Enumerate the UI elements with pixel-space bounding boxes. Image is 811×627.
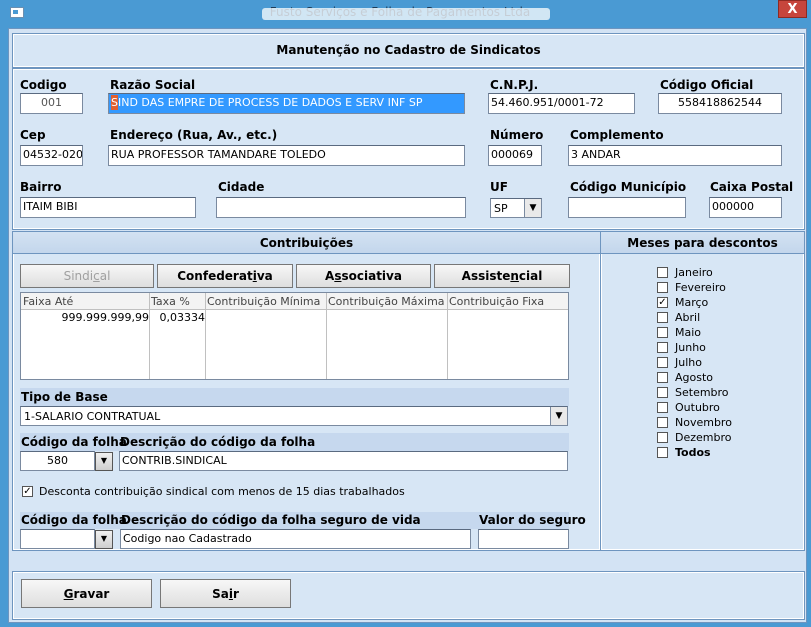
month-label[interactable]: Fevereiro xyxy=(675,281,726,294)
codigo-municipio-label: Código Município xyxy=(570,180,687,194)
month-checkbox[interactable] xyxy=(657,402,668,413)
chevron-down-icon[interactable]: ▼ xyxy=(550,407,567,425)
title-redaction xyxy=(262,8,550,20)
valor-seguro-input[interactable] xyxy=(478,529,569,549)
month-label[interactable]: Abril xyxy=(675,311,700,324)
cidade-input[interactable] xyxy=(216,197,466,218)
checkmark-icon: ✓ xyxy=(23,486,32,497)
chevron-down-icon[interactable]: ▼ xyxy=(95,530,113,549)
month-checkbox[interactable] xyxy=(657,372,668,383)
razao-social-input[interactable]: SIND DAS EMPRE DE PROCESS DE DADOS E SER… xyxy=(108,93,465,114)
month-label[interactable]: Janeiro xyxy=(675,266,713,279)
contribuicoes-header: Contribuições xyxy=(259,236,354,250)
bairro-label: Bairro xyxy=(20,180,62,194)
tab-associativa[interactable]: Associativa xyxy=(296,264,431,288)
month-checkbox[interactable] xyxy=(657,447,668,458)
month-label[interactable]: Junho xyxy=(675,341,706,354)
form-header: Manutenção no Cadastro de Sindicatos xyxy=(276,43,541,57)
uf-value: SP xyxy=(494,202,508,215)
desconta-checkbox[interactable]: ✓ xyxy=(22,486,33,497)
month-label[interactable]: Dezembro xyxy=(675,431,732,444)
tipo-base-label: Tipo de Base xyxy=(21,390,108,404)
codigo-input[interactable]: 001 xyxy=(20,93,83,114)
month-checkbox[interactable] xyxy=(657,327,668,338)
tipo-base-value: 1-SALARIO CONTRATUAL xyxy=(24,410,161,423)
razao-social-value: IND DAS EMPRE DE PROCESS DE DADOS E SERV… xyxy=(117,96,423,109)
cep-label: Cep xyxy=(20,128,46,142)
month-label[interactable]: Outubro xyxy=(675,401,720,414)
month-label[interactable]: Agosto xyxy=(675,371,713,384)
text-cursor: S xyxy=(111,95,118,110)
month-checkbox[interactable] xyxy=(657,312,668,323)
codigo-folha-seguro-label: Código da folha xyxy=(21,513,127,527)
codigo-oficial-label: Código Oficial xyxy=(660,78,754,92)
month-checkbox[interactable]: ✓ xyxy=(657,297,668,308)
month-label[interactable]: Julho xyxy=(675,356,702,369)
grid-col-divider xyxy=(326,293,327,379)
descricao-seguro-label: Descrição do código da folha seguro de v… xyxy=(121,513,421,527)
codigo-municipio-input[interactable] xyxy=(568,197,686,218)
descricao-folha-label: Descrição do código da folha xyxy=(120,435,316,449)
chevron-down-icon[interactable]: ▼ xyxy=(524,199,541,217)
cnpj-input[interactable]: 54.460.951/0001-72 xyxy=(488,93,635,114)
valor-seguro-label: Valor do seguro xyxy=(479,513,586,527)
grid-header-minima[interactable]: Contribuição Mínima xyxy=(207,295,320,308)
codigo-folha-label: Código da folha xyxy=(21,435,127,449)
month-label[interactable]: Setembro xyxy=(675,386,729,399)
complemento-input[interactable]: 3 ANDAR xyxy=(568,145,782,166)
razao-social-label: Razão Social xyxy=(110,78,196,92)
cep-input[interactable]: 04532-020 xyxy=(20,145,83,166)
month-checkbox[interactable] xyxy=(657,282,668,293)
grid-col-divider xyxy=(149,293,150,379)
cidade-label: Cidade xyxy=(218,180,265,194)
desconta-label[interactable]: Desconta contribuição sindical com menos… xyxy=(39,485,405,498)
codigo-oficial-input[interactable]: 558418862544 xyxy=(658,93,782,114)
gravar-button[interactable]: Gravar xyxy=(21,579,152,608)
month-checkbox[interactable] xyxy=(657,417,668,428)
todos-label[interactable]: Todos xyxy=(675,446,711,459)
grid-header-taxa[interactable]: Taxa % xyxy=(151,295,190,308)
month-label[interactable]: Novembro xyxy=(675,416,732,429)
codigo-folha-input[interactable]: 580 xyxy=(20,451,95,471)
month-checkbox[interactable] xyxy=(657,357,668,368)
window-icon[interactable] xyxy=(10,7,24,18)
tab-assistencial[interactable]: Assistencial xyxy=(434,264,570,288)
tipo-base-select[interactable]: 1-SALARIO CONTRATUAL ▼ xyxy=(20,406,568,426)
grid-header-maxima[interactable]: Contribuição Máxima xyxy=(328,295,445,308)
grid-cell-taxa[interactable]: 0,03334 xyxy=(151,311,206,324)
endereco-label: Endereço (Rua, Av., etc.) xyxy=(110,128,278,142)
close-button[interactable]: X xyxy=(778,0,807,18)
descricao-folha-input[interactable]: CONTRIB.SINDICAL xyxy=(119,451,568,471)
caixa-postal-input[interactable]: 000000 xyxy=(709,197,782,218)
uf-label: UF xyxy=(490,180,508,194)
grid-col-divider xyxy=(205,293,206,379)
complemento-label: Complemento xyxy=(570,128,664,142)
grid-header-fixa[interactable]: Contribuição Fixa xyxy=(449,295,544,308)
grid-col-divider xyxy=(447,293,448,379)
grid-header-faixa[interactable]: Faixa Até xyxy=(23,295,73,308)
numero-label: Número xyxy=(490,128,544,142)
bairro-input[interactable]: ITAIM BIBI xyxy=(20,197,196,218)
tab-confederativa[interactable]: Confederativa xyxy=(157,264,293,288)
month-checkbox[interactable] xyxy=(657,432,668,443)
codigo-label: Codigo xyxy=(20,78,67,92)
descricao-seguro-input[interactable]: Codigo nao Cadastrado xyxy=(120,529,471,549)
caixa-postal-label: Caixa Postal xyxy=(710,180,794,194)
chevron-down-icon[interactable]: ▼ xyxy=(95,452,113,471)
uf-select[interactable]: SP ▼ xyxy=(490,198,542,218)
endereco-input[interactable]: RUA PROFESSOR TAMANDARE TOLEDO xyxy=(108,145,465,166)
checkmark-icon: ✓ xyxy=(658,297,667,308)
meses-header: Meses para descontos xyxy=(627,236,778,250)
codigo-folha-seguro-input[interactable] xyxy=(20,529,95,549)
month-checkbox[interactable] xyxy=(657,342,668,353)
month-checkbox[interactable] xyxy=(657,387,668,398)
numero-input[interactable]: 000069 xyxy=(488,145,542,166)
month-label[interactable]: Maio xyxy=(675,326,701,339)
cnpj-label: C.N.P.J. xyxy=(490,78,539,92)
tab-sindical[interactable]: Sindical xyxy=(20,264,154,288)
month-label[interactable]: Março xyxy=(675,296,708,309)
grid-cell-faixa[interactable]: 999.999.999,99 xyxy=(22,311,149,324)
month-checkbox[interactable] xyxy=(657,267,668,278)
sair-button[interactable]: Sair xyxy=(160,579,291,608)
